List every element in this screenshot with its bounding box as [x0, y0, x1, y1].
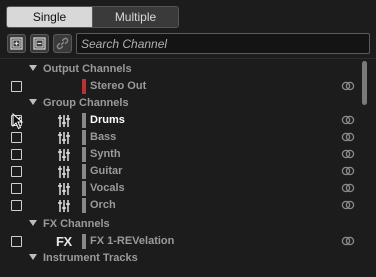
view-mode-tabs: Single Multiple	[6, 6, 179, 28]
section-title: FX Channels	[43, 218, 110, 230]
channel-row-stereo-out[interactable]: Stereo Out	[0, 78, 360, 95]
channel-color-bar	[82, 164, 86, 179]
link-icon	[56, 37, 69, 50]
group-channel-icon	[56, 147, 72, 162]
channel-name: Drums	[90, 114, 125, 126]
tab-multiple[interactable]: Multiple	[92, 7, 178, 27]
channel-row-drums[interactable]: Drums	[0, 112, 360, 129]
link-rings-icon[interactable]	[341, 81, 355, 91]
section-group-channels[interactable]: Group Channels	[0, 95, 360, 112]
link-rings-icon[interactable]	[341, 166, 355, 176]
section-instrument-tracks[interactable]: Instrument Tracks	[0, 250, 360, 267]
collapse-arrow-icon[interactable]	[29, 99, 37, 105]
channel-checkbox[interactable]	[11, 81, 22, 92]
section-title: Instrument Tracks	[43, 252, 138, 264]
channel-name: Vocals	[90, 182, 125, 194]
link-rings-icon[interactable]	[341, 200, 355, 210]
channel-list: Output Channels Stereo Out Group Channel…	[0, 58, 376, 277]
channel-checkbox[interactable]	[11, 183, 22, 194]
channel-row-orch[interactable]: Orch	[0, 197, 360, 214]
channel-color-bar	[82, 181, 86, 196]
channel-color-bar	[82, 79, 86, 94]
channel-checkbox[interactable]	[11, 149, 22, 160]
channel-color-bar	[82, 198, 86, 213]
channel-name: Orch	[90, 199, 116, 211]
collapse-all-icon	[33, 37, 46, 50]
section-title: Group Channels	[43, 97, 129, 109]
section-fx-channels[interactable]: FX Channels	[0, 216, 360, 233]
expand-all-icon	[10, 37, 23, 50]
channel-name: Synth	[90, 148, 121, 160]
fx-channel-icon: FX	[56, 234, 72, 249]
link-rings-icon[interactable]	[341, 115, 355, 125]
channel-name: Guitar	[90, 165, 123, 177]
collapse-arrow-icon[interactable]	[29, 254, 37, 260]
group-channel-icon	[56, 164, 72, 179]
link-rings-icon[interactable]	[341, 132, 355, 142]
collapse-arrow-icon[interactable]	[29, 220, 37, 226]
channel-checkbox[interactable]	[11, 132, 22, 143]
channel-row-bass[interactable]: Bass	[0, 129, 360, 146]
channel-row-guitar[interactable]: Guitar	[0, 163, 360, 180]
channel-color-bar	[82, 130, 86, 145]
link-button[interactable]	[53, 34, 72, 53]
channel-color-bar	[82, 234, 86, 249]
toolbar	[6, 33, 370, 55]
link-rings-icon[interactable]	[341, 149, 355, 159]
group-channel-icon	[56, 198, 72, 213]
channel-name: Bass	[90, 131, 117, 143]
channel-color-bar	[82, 147, 86, 162]
search-channel-input[interactable]	[76, 33, 370, 54]
channel-row-vocals[interactable]: Vocals	[0, 180, 360, 197]
collapse-all-button[interactable]	[30, 34, 49, 53]
channel-row-synth[interactable]: Synth	[0, 146, 360, 163]
group-channel-icon	[56, 130, 72, 145]
mouse-cursor-icon	[12, 113, 24, 130]
section-output-channels[interactable]: Output Channels	[0, 61, 360, 78]
channel-checkbox[interactable]	[11, 236, 22, 247]
channel-row-fx1[interactable]: FX FX 1-REVelation	[0, 233, 360, 250]
link-rings-icon[interactable]	[341, 236, 355, 246]
collapse-arrow-icon[interactable]	[29, 65, 37, 71]
channel-color-bar	[82, 113, 86, 128]
expand-all-button[interactable]	[7, 34, 26, 53]
scrollbar-thumb[interactable]	[362, 61, 367, 105]
group-channel-icon	[56, 181, 72, 196]
channel-name: Stereo Out	[90, 80, 147, 92]
link-rings-icon[interactable]	[341, 183, 355, 193]
channel-checkbox[interactable]	[11, 200, 22, 211]
channel-checkbox[interactable]	[11, 166, 22, 177]
channel-name: FX 1-REVelation	[90, 235, 175, 247]
tab-single[interactable]: Single	[7, 7, 92, 27]
group-channel-icon	[56, 113, 72, 128]
section-title: Output Channels	[43, 63, 132, 75]
